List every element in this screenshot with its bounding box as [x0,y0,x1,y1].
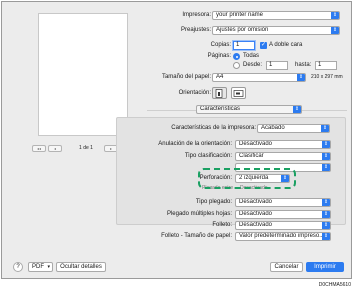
printer-select[interactable]: your printer name ⇕ [212,11,340,20]
section-menu[interactable]: Características ⇕ [196,105,302,114]
previous-page-button[interactable]: ◂ [48,145,62,152]
highlight-callout [198,168,296,189]
fold-type-value: Desactivado [239,199,273,205]
cancel-button[interactable]: Cancelar [270,262,303,272]
figure-code: D0CHMA5610 [318,282,351,288]
pages-label: Páginas: [207,53,231,59]
sort-type-label: Tipo clasificación: [184,153,232,159]
printer-features-label: Características de la impresora: [171,125,256,131]
duplex-label: A doble cara [269,42,303,48]
paper-size-select[interactable]: A4 ⇕ [212,73,306,82]
printer-features-select[interactable]: Acabado ⇕ [257,124,330,133]
paper-size-label: Tamaño del papel: [161,74,211,80]
orientation-override-select[interactable]: Desactivado ⇕ [235,140,331,149]
presets-value: Ajustes por omisión [216,27,269,33]
pages-all-radio[interactable] [233,53,240,60]
pages-range-radio[interactable] [233,62,240,69]
paper-dimensions: 210 x 297 mm [311,74,343,80]
chevron-updown-icon: ⇕ [297,74,305,81]
pages-from-label: Desde: [243,62,263,68]
orientation-override-value: Desactivado [239,141,273,147]
chevron-updown-icon: ⇕ [321,125,329,132]
booklet-label: Folleto: [212,222,232,228]
hide-details-button[interactable]: Ocultar detalles [56,262,106,272]
booklet-select[interactable]: Desactivado ⇕ [235,221,331,230]
pages-to-field[interactable]: 1 [315,61,337,70]
sort-type-select[interactable]: Clasificar ⇕ [235,152,331,161]
chevron-updown-icon: ⇕ [322,233,330,240]
copies-label: Copias: [210,42,231,48]
fold-type-label: Tipo plegado: [195,199,232,205]
fold-type-select[interactable]: Desactivado ⇕ [235,198,331,207]
help-button[interactable]: ? [13,262,23,272]
section-menu-value: Características [200,106,241,112]
page-counter: 1 de 1 [79,145,93,151]
print-button[interactable]: Imprimir [306,262,344,272]
chevron-updown-icon: ⇕ [331,27,339,34]
sort-type-value: Clasificar [239,153,264,159]
pdf-menu-label: PDF [32,264,44,270]
orientation-label: Orientación: [178,90,211,96]
chevron-down-icon: ▾ [47,264,50,270]
multi-sheet-fold-label: Plegado múltiples hojas: [166,211,232,217]
chevron-updown-icon: ⇕ [322,141,330,148]
chevron-updown-icon: ⇕ [322,153,330,160]
portrait-icon [215,89,223,98]
pages-from-field[interactable]: 1 [266,61,288,70]
chevron-updown-icon: ⇕ [322,211,330,218]
portrait-button[interactable] [212,87,227,99]
printer-label: Impresora: [182,12,211,18]
chevron-updown-icon: ⇕ [322,222,330,229]
duplex-checkbox[interactable]: ✓ [260,42,267,49]
multi-sheet-fold-value: Desactivado [239,211,273,217]
booklet-paper-size-label: Folleto - Tamaño de papel: [161,233,232,239]
multi-sheet-fold-select[interactable]: Desactivado ⇕ [235,210,331,219]
pages-all-label: Todas [243,53,260,59]
landscape-icon [233,90,244,97]
chevron-updown-icon: ⇕ [322,199,330,206]
copies-field[interactable]: 1 [233,41,255,50]
orientation-override-label: Anulación de la orientación: [158,141,232,147]
paper-size-value: A4 [216,74,224,80]
booklet-paper-size-value: Valor predeterminado impreso... [239,233,325,239]
booklet-paper-size-select[interactable]: Valor predeterminado impreso... ⇕ [235,232,331,241]
chevron-updown-icon: ⇕ [322,164,330,171]
printer-value: your printer name [216,12,264,18]
presets-label: Preajustes: [180,27,211,33]
booklet-value: Desactivado [239,222,273,228]
pages-to-label: hasta: [295,62,312,68]
chevron-updown-icon: ⇕ [293,106,301,113]
first-page-button[interactable]: ◂◂ [32,145,46,152]
presets-select[interactable]: Ajustes por omisión ⇕ [212,26,340,35]
chevron-updown-icon: ⇕ [331,12,339,19]
pdf-menu-button[interactable]: PDF ▾ [28,262,53,272]
print-dialog: ◂◂ ◂ 1 de 1 ▸ ▸▸ Impresora: your printer… [1,1,352,279]
printer-features-value: Acabado [261,125,285,131]
landscape-button[interactable] [231,87,246,99]
page-preview [38,13,128,136]
